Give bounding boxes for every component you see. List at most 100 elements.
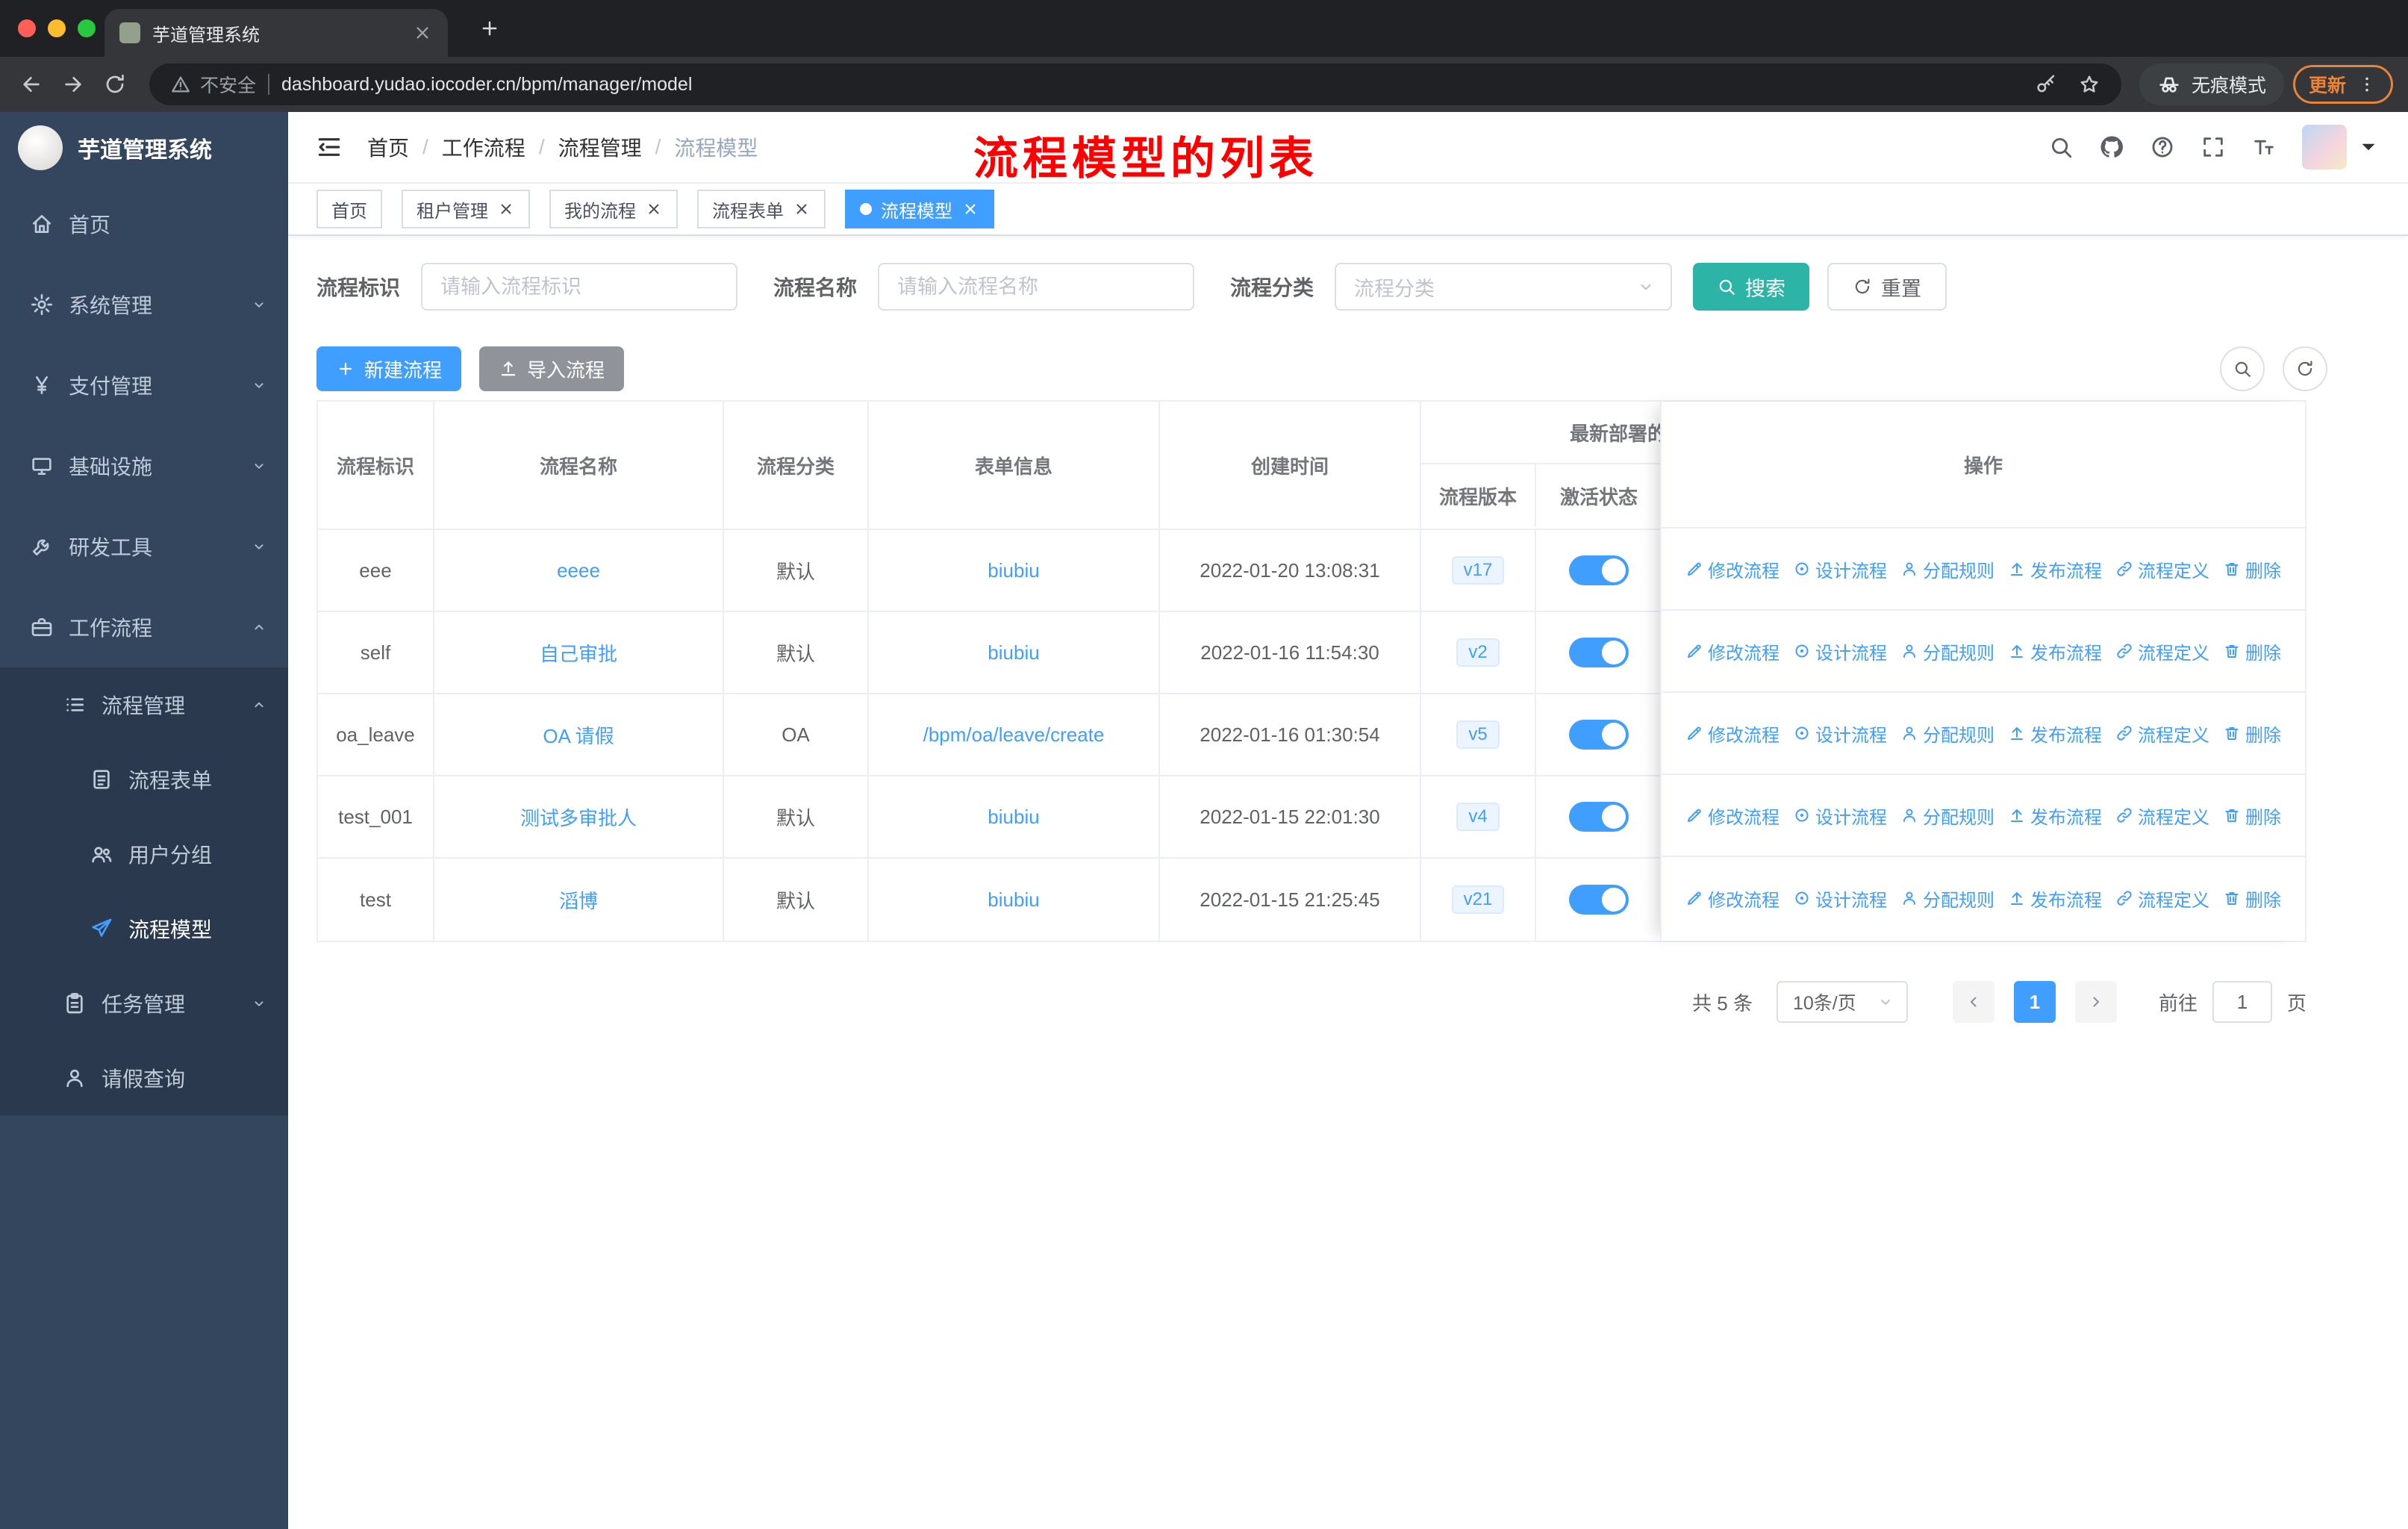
- breadcrumb-item[interactable]: 流程管理: [558, 132, 642, 162]
- form-link[interactable]: biubiu: [988, 641, 1039, 664]
- minimize-window-button[interactable]: [48, 19, 66, 37]
- action-link[interactable]: 修改流程: [1685, 638, 1780, 664]
- action-link[interactable]: 发布流程: [2008, 885, 2102, 912]
- reload-button[interactable]: [99, 68, 131, 101]
- action-link[interactable]: 修改流程: [1685, 556, 1780, 582]
- sidebar-item[interactable]: 请假查询: [0, 1041, 288, 1115]
- process-name-link[interactable]: eeee: [557, 559, 600, 582]
- collapse-sidebar-button[interactable]: [315, 133, 343, 161]
- browser-tab[interactable]: 芋道管理系统: [105, 9, 448, 57]
- sidebar-item[interactable]: 流程模型: [0, 891, 288, 966]
- sidebar-item[interactable]: 任务管理: [0, 966, 288, 1041]
- action-link[interactable]: 分配规则: [1900, 803, 1994, 829]
- action-link[interactable]: 修改流程: [1685, 885, 1780, 912]
- maximize-window-button[interactable]: [78, 19, 96, 37]
- active-toggle[interactable]: [1569, 555, 1629, 585]
- close-window-button[interactable]: [18, 19, 36, 37]
- tab-tag[interactable]: 流程模型: [845, 190, 994, 228]
- toggle-search-button[interactable]: [2220, 346, 2265, 391]
- import-process-button[interactable]: 导入流程: [479, 346, 625, 391]
- sidebar-item[interactable]: 系统管理: [0, 264, 288, 345]
- user-avatar[interactable]: [2302, 125, 2347, 169]
- page-1-button[interactable]: 1: [2013, 981, 2056, 1023]
- form-link[interactable]: biubiu: [988, 888, 1039, 912]
- action-link[interactable]: 设计流程: [1793, 720, 1887, 747]
- search-icon[interactable]: [2048, 134, 2074, 160]
- process-name-input[interactable]: [878, 263, 1195, 311]
- action-link[interactable]: 分配规则: [1900, 885, 1994, 912]
- refresh-table-button[interactable]: [2283, 346, 2327, 391]
- search-button[interactable]: 搜索: [1693, 263, 1810, 311]
- sidebar-item[interactable]: 研发工具: [0, 506, 288, 587]
- action-link[interactable]: 设计流程: [1793, 638, 1887, 664]
- tab-tag[interactable]: 租户管理: [402, 190, 530, 228]
- next-page-button[interactable]: [2074, 981, 2117, 1023]
- process-id-input[interactable]: [421, 263, 738, 311]
- menu-dots-icon[interactable]: [2356, 74, 2377, 95]
- goto-page-input[interactable]: [2212, 981, 2272, 1023]
- prev-page-button[interactable]: [1952, 981, 1994, 1023]
- action-link[interactable]: 发布流程: [2008, 803, 2102, 829]
- action-link[interactable]: 流程定义: [2115, 885, 2209, 912]
- breadcrumb-item[interactable]: 工作流程: [442, 132, 525, 162]
- sidebar-item[interactable]: 用户分组: [0, 817, 288, 891]
- close-icon[interactable]: [961, 200, 979, 218]
- sidebar-item[interactable]: 基础设施: [0, 426, 288, 506]
- close-icon[interactable]: [497, 200, 515, 218]
- process-name-link[interactable]: 测试多审批人: [520, 803, 637, 831]
- active-toggle[interactable]: [1569, 638, 1629, 667]
- forward-button[interactable]: [57, 68, 90, 101]
- sidebar-item[interactable]: 支付管理: [0, 345, 288, 426]
- form-link[interactable]: /bpm/oa/leave/create: [923, 723, 1105, 747]
- action-link[interactable]: 修改流程: [1685, 720, 1780, 747]
- action-link[interactable]: 流程定义: [2115, 803, 2209, 829]
- action-link[interactable]: 设计流程: [1793, 803, 1887, 829]
- github-icon[interactable]: [2099, 134, 2124, 160]
- close-icon[interactable]: [793, 200, 811, 218]
- action-link[interactable]: 删除: [2223, 803, 2281, 829]
- category-select[interactable]: 流程分类: [1335, 263, 1673, 311]
- help-icon[interactable]: [2150, 134, 2175, 160]
- action-link[interactable]: 发布流程: [2008, 720, 2102, 747]
- close-tab-icon[interactable]: [412, 22, 433, 43]
- process-name-link[interactable]: OA 请假: [543, 721, 614, 749]
- font-size-icon[interactable]: [2251, 134, 2277, 160]
- close-icon[interactable]: [645, 200, 663, 218]
- bookmark-star-icon[interactable]: [2078, 73, 2100, 96]
- action-link[interactable]: 删除: [2223, 720, 2281, 747]
- action-link[interactable]: 流程定义: [2115, 638, 2209, 664]
- form-link[interactable]: biubiu: [988, 806, 1039, 829]
- process-name-link[interactable]: 自己审批: [540, 639, 617, 667]
- action-link[interactable]: 分配规则: [1900, 556, 1994, 582]
- action-link[interactable]: 分配规则: [1900, 720, 1994, 747]
- action-link[interactable]: 分配规则: [1900, 638, 1994, 664]
- action-link[interactable]: 流程定义: [2115, 720, 2209, 747]
- sidebar-item[interactable]: 流程管理: [0, 667, 288, 742]
- tab-tag[interactable]: 流程表单: [697, 190, 826, 228]
- new-tab-button[interactable]: [472, 10, 508, 46]
- action-link[interactable]: 删除: [2223, 638, 2281, 664]
- active-toggle[interactable]: [1569, 885, 1629, 915]
- sidebar-item[interactable]: 首页: [0, 184, 288, 264]
- action-link[interactable]: 设计流程: [1793, 556, 1887, 582]
- active-toggle[interactable]: [1569, 802, 1629, 832]
- active-toggle[interactable]: [1569, 720, 1629, 750]
- security-indicator[interactable]: 不安全: [170, 71, 256, 98]
- action-link[interactable]: 设计流程: [1793, 885, 1887, 912]
- tab-tag[interactable]: 我的流程: [549, 190, 678, 228]
- action-link[interactable]: 删除: [2223, 556, 2281, 582]
- action-link[interactable]: 删除: [2223, 885, 2281, 912]
- action-link[interactable]: 修改流程: [1685, 803, 1780, 829]
- create-process-button[interactable]: 新建流程: [316, 346, 462, 391]
- action-link[interactable]: 流程定义: [2115, 556, 2209, 582]
- page-size-select[interactable]: 10条/页: [1776, 981, 1908, 1023]
- tab-tag[interactable]: 首页: [316, 190, 382, 228]
- sidebar-item[interactable]: 流程表单: [0, 742, 288, 817]
- sidebar-item[interactable]: 工作流程: [0, 587, 288, 667]
- browser-update-button[interactable]: 更新: [2292, 65, 2393, 104]
- back-button[interactable]: [15, 68, 48, 101]
- user-menu[interactable]: [2302, 125, 2381, 169]
- fullscreen-icon[interactable]: [2200, 134, 2226, 160]
- process-name-link[interactable]: 滔博: [559, 886, 598, 914]
- address-bar[interactable]: 不安全 dashboard.yudao.iocoder.cn/bpm/manag…: [149, 63, 2121, 105]
